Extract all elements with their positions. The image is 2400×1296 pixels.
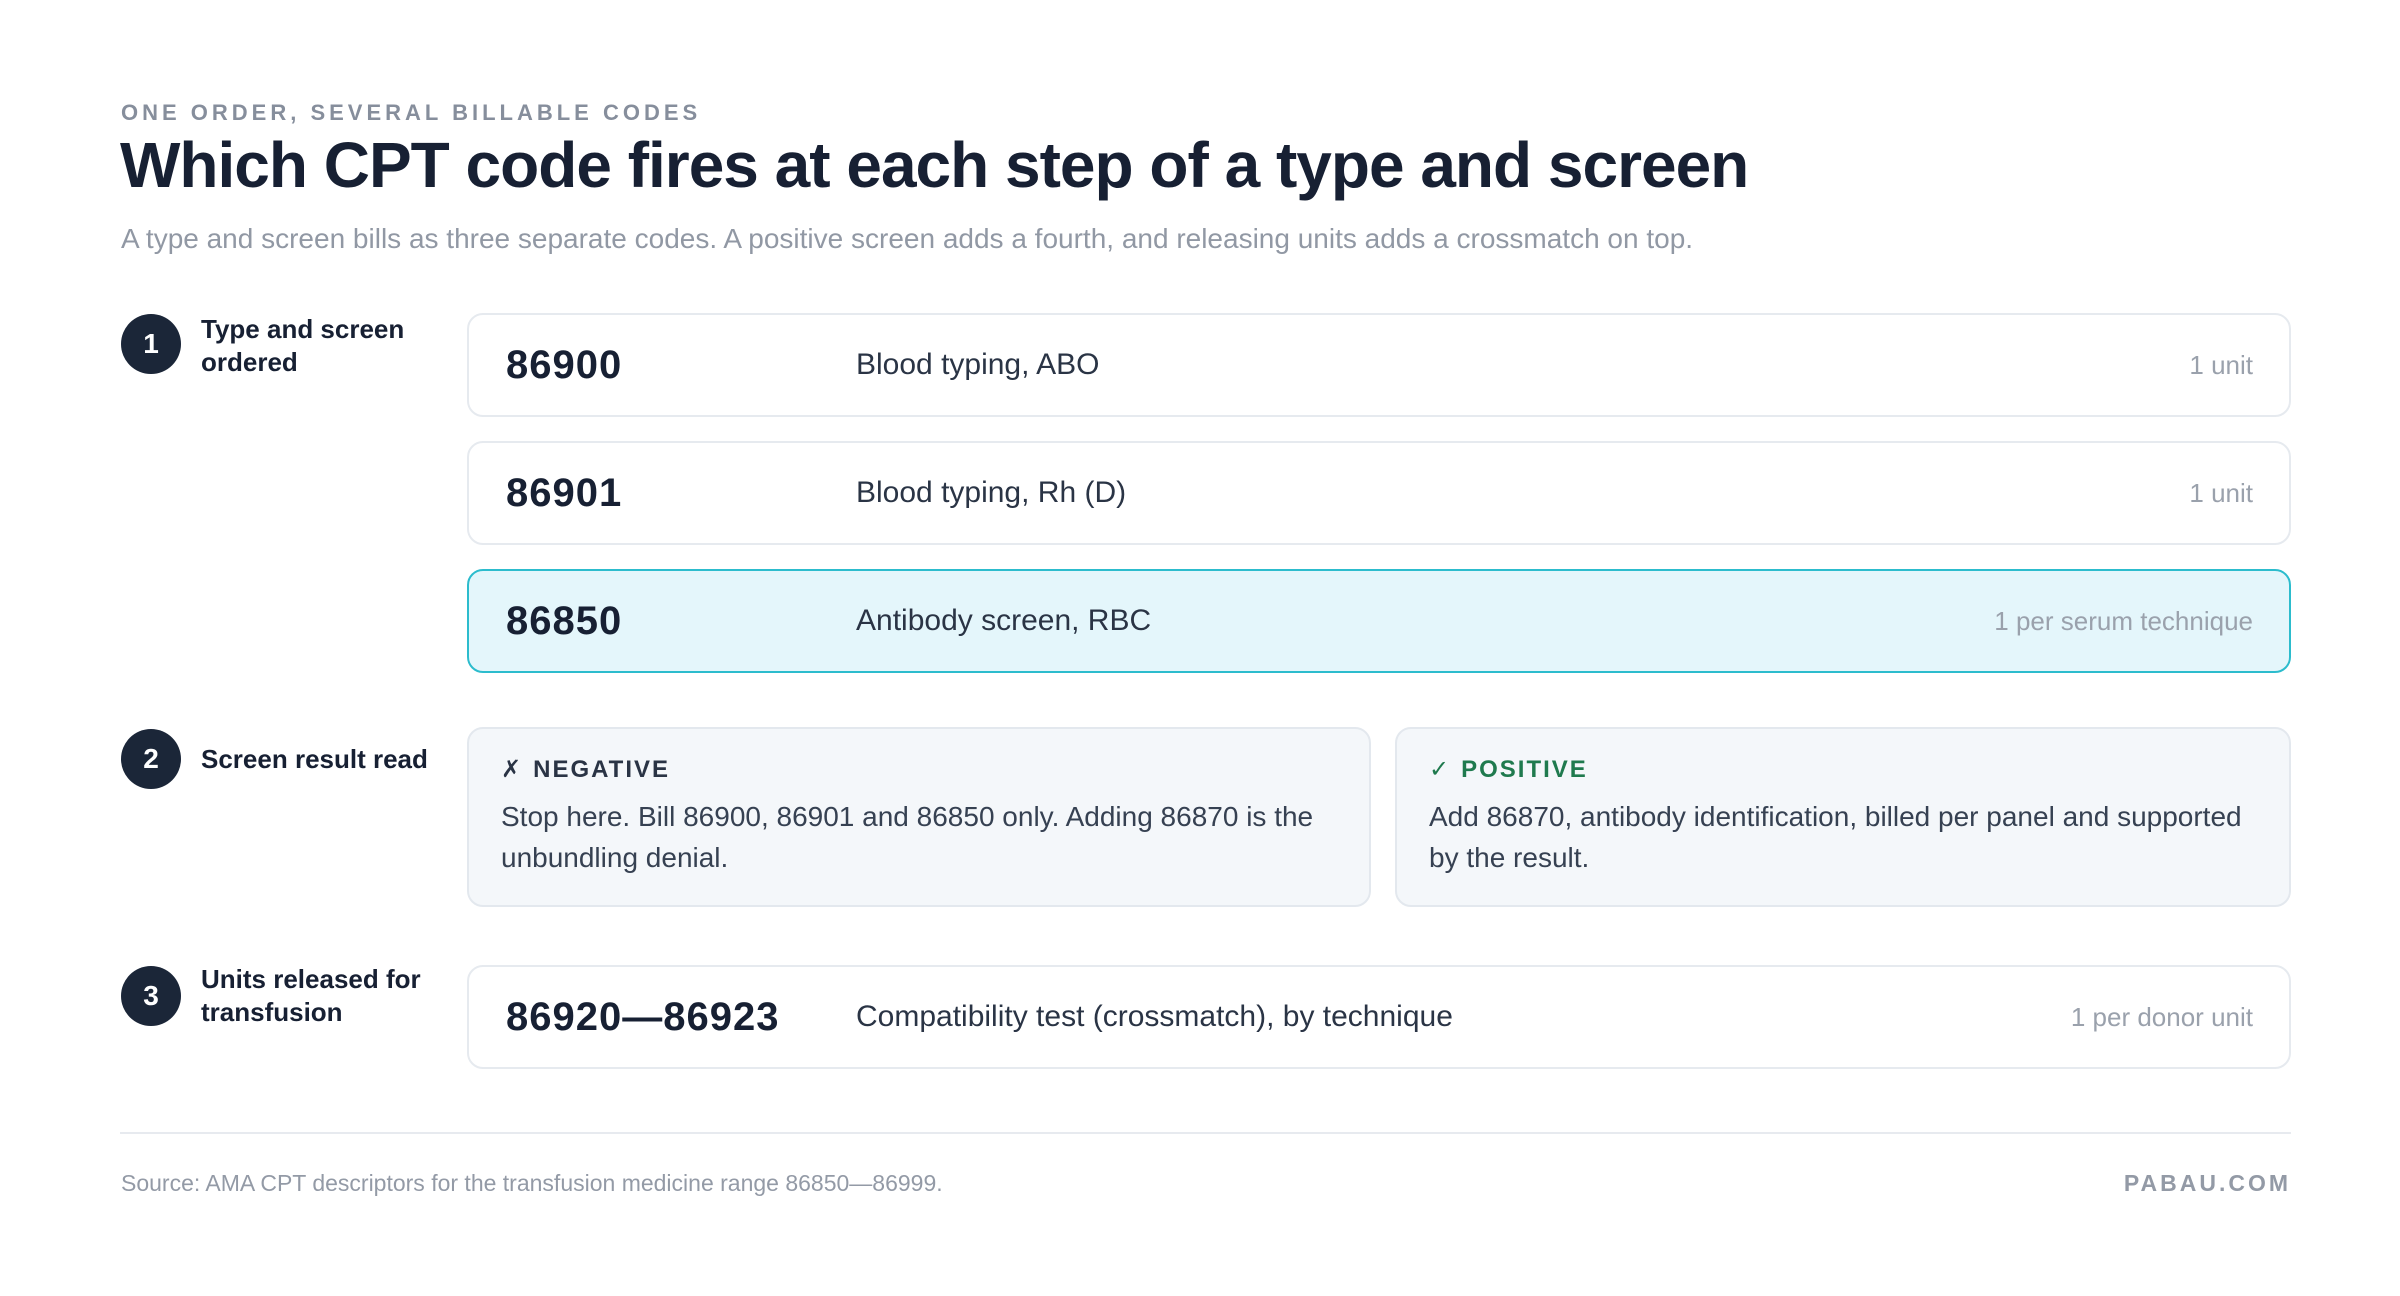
step-1-label: Type and screen ordered: [201, 314, 405, 377]
negative-text: Stop here. Bill 86900, 86901 and 86850 o…: [501, 801, 1314, 873]
cpt-code: 86850: [506, 598, 623, 643]
code-description: Antibody screen, RBC: [856, 604, 1152, 637]
step-1-badge: 1: [121, 314, 181, 374]
cross-icon: ✗: [501, 756, 524, 783]
page-subtitle: A type and screen bills as three separat…: [121, 223, 1694, 254]
code-card-86900: 86900 Blood typing, ABO 1 unit: [467, 313, 2291, 417]
cpt-code: 86901: [506, 470, 623, 515]
negative-heading: ✗ NEGATIVE: [501, 755, 1337, 784]
brand-logo: PABAU.COM: [2123, 1170, 2291, 1196]
cpt-code: 86900: [506, 342, 623, 387]
negative-outcome-card: ✗ NEGATIVE Stop here. Bill 86900, 86901 …: [467, 727, 1371, 907]
code-quantity: 1 per donor unit: [2070, 1001, 2253, 1032]
check-icon: ✓: [1429, 756, 1452, 783]
step-2-badge: 2: [121, 729, 181, 789]
step-3-label: Units released for transfusion: [201, 964, 421, 1027]
code-quantity: 1 unit: [2189, 477, 2253, 508]
negative-heading-label: NEGATIVE: [533, 755, 671, 783]
positive-heading: ✓ POSITIVE: [1429, 755, 2257, 784]
code-description: Blood typing, Rh (D): [856, 476, 1127, 509]
code-quantity: 1 per serum technique: [1994, 605, 2253, 636]
code-card-86901: 86901 Blood typing, Rh (D) 1 unit: [467, 441, 2291, 545]
footer-divider: [120, 1132, 2291, 1134]
code-card-86920-86923: 86920—86923 Compatibility test (crossmat…: [467, 965, 2291, 1069]
code-quantity: 1 unit: [2189, 349, 2253, 380]
positive-outcome-card: ✓ POSITIVE Add 86870, antibody identific…: [1395, 727, 2291, 907]
eyebrow: ONE ORDER, SEVERAL BILLABLE CODES: [121, 100, 702, 125]
code-card-86850: 86850 Antibody screen, RBC 1 per serum t…: [467, 569, 2291, 673]
source-note: Source: AMA CPT descriptors for the tran…: [121, 1170, 943, 1196]
cpt-type-and-screen-diagram: ONE ORDER, SEVERAL BILLABLE CODES Which …: [0, 0, 2400, 1296]
page-title: Which CPT code fires at each step of a t…: [120, 129, 1749, 201]
code-description: Compatibility test (crossmatch), by tech…: [856, 1000, 1453, 1033]
positive-heading-label: POSITIVE: [1461, 755, 1588, 783]
step-2-label: Screen result read: [201, 744, 428, 774]
positive-text: Add 86870, antibody identification, bill…: [1429, 801, 2242, 873]
code-description: Blood typing, ABO: [856, 348, 1100, 381]
step-3-badge: 3: [121, 966, 181, 1026]
cpt-code: 86920—86923: [506, 994, 780, 1039]
